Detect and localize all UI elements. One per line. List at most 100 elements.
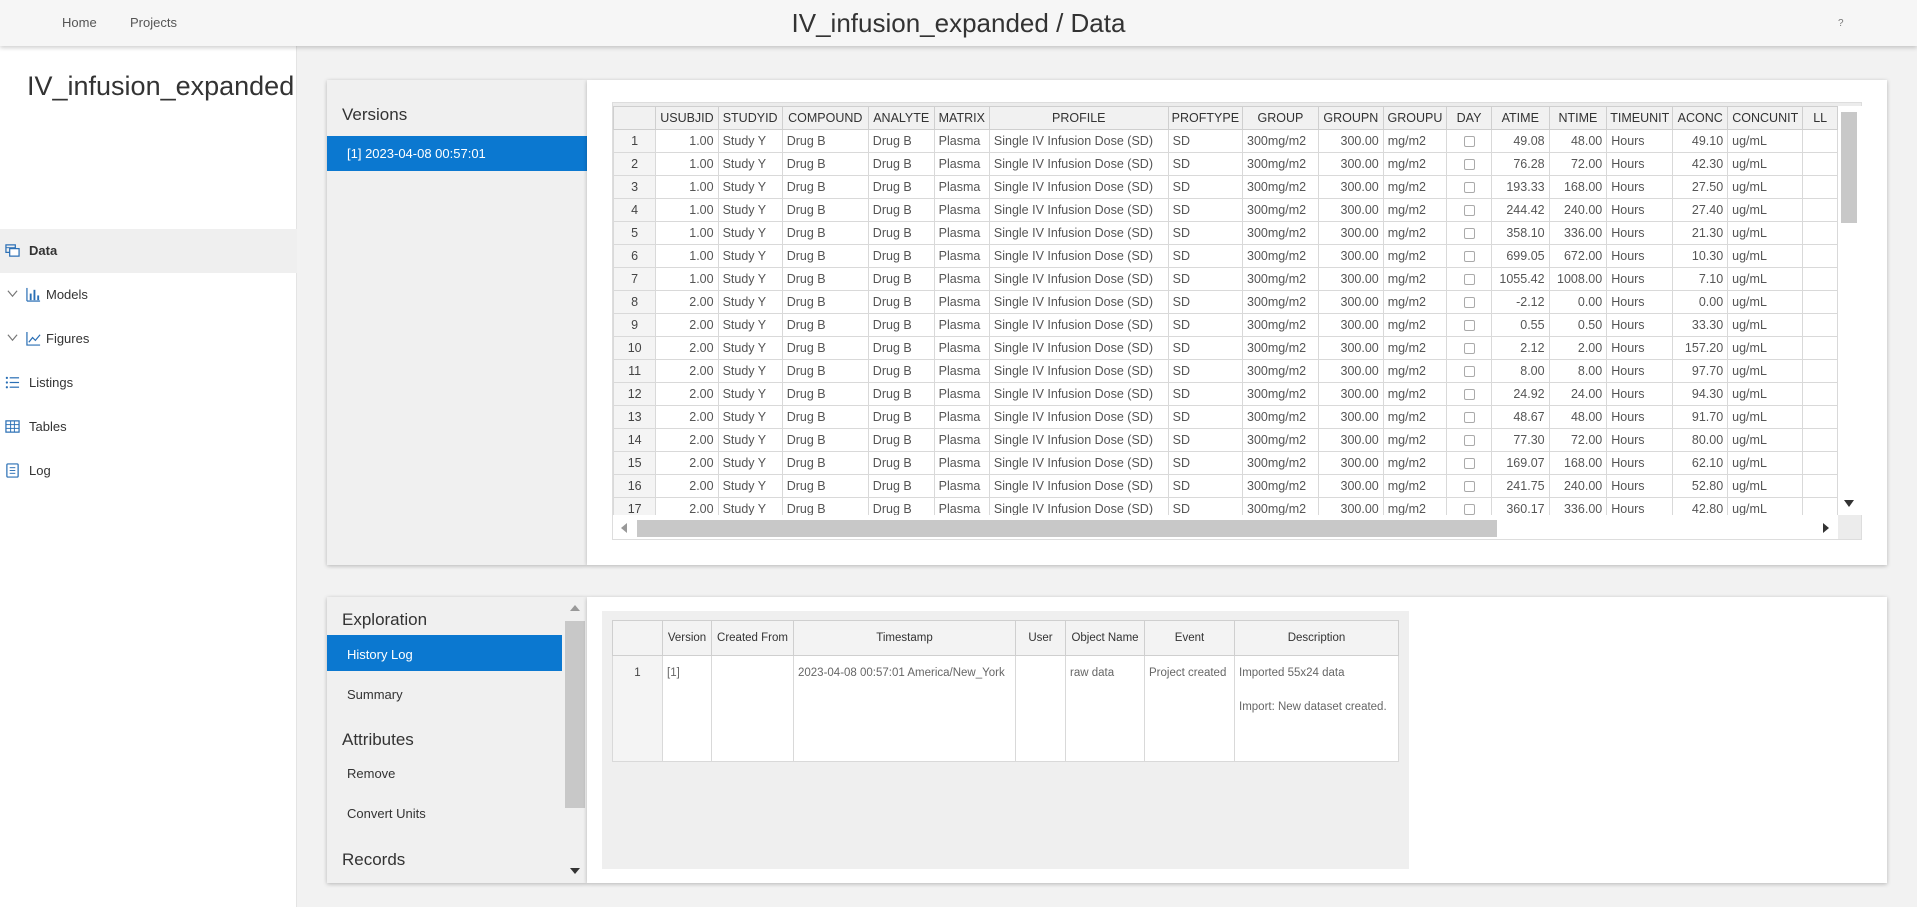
table-cell[interactable]: Hours: [1606, 267, 1674, 291]
table-cell[interactable]: Plasma: [933, 336, 990, 360]
table-cell[interactable]: Drug B: [781, 175, 869, 199]
table-cell[interactable]: 0.55: [1490, 313, 1550, 337]
table-cell[interactable]: Plasma: [933, 152, 990, 176]
column-header[interactable]: LL: [1802, 106, 1838, 130]
table-cell[interactable]: SD: [1167, 221, 1244, 245]
help-button[interactable]: ?: [1838, 18, 1844, 29]
table-cell[interactable]: 1.00: [655, 152, 719, 176]
table-cell[interactable]: 2.00: [1548, 336, 1608, 360]
sidebar-item-tables[interactable]: Tables: [0, 405, 297, 449]
table-cell[interactable]: [1802, 428, 1838, 452]
table-cell[interactable]: 699.05: [1490, 244, 1550, 268]
table-cell[interactable]: SD: [1167, 359, 1244, 383]
table-cell[interactable]: 48.00: [1548, 129, 1608, 153]
table-cell[interactable]: Single IV Infusion Dose (SD): [988, 497, 1169, 515]
table-cell[interactable]: SD: [1167, 198, 1244, 222]
table-cell[interactable]: Study Y: [717, 175, 783, 199]
table-cell[interactable]: 244.42: [1490, 198, 1550, 222]
table-cell[interactable]: [1446, 244, 1492, 268]
table-cell[interactable]: SD: [1167, 382, 1244, 406]
table-cell[interactable]: Hours: [1606, 405, 1674, 429]
column-header[interactable]: ACONC: [1672, 106, 1729, 130]
table-cell[interactable]: 2.00: [655, 497, 719, 515]
table-cell[interactable]: Drug B: [781, 221, 869, 245]
table-cell[interactable]: Drug B: [781, 198, 869, 222]
table-cell[interactable]: 672.00: [1548, 244, 1608, 268]
table-row[interactable]: 16 2.00 Study Y Drug B Drug B Plasma Single IV…: [613, 474, 1838, 498]
history-column-header[interactable]: Object Name: [1065, 620, 1145, 656]
table-cell[interactable]: 300mg/m2: [1242, 244, 1319, 268]
table-cell[interactable]: Drug B: [867, 497, 935, 515]
table-cell[interactable]: Hours: [1606, 198, 1674, 222]
menu-item-convert-units[interactable]: Convert Units: [327, 794, 562, 830]
table-cell[interactable]: 300mg/m2: [1242, 382, 1319, 406]
table-cell[interactable]: Study Y: [717, 313, 783, 337]
table-cell[interactable]: 300mg/m2: [1242, 198, 1319, 222]
table-cell[interactable]: ug/mL: [1727, 267, 1804, 291]
table-row[interactable]: 13 2.00 Study Y Drug B Drug B Plasma Single IV…: [613, 405, 1838, 429]
table-cell[interactable]: [1802, 405, 1838, 429]
history-cell-version[interactable]: [1]: [662, 655, 712, 762]
day-checkbox[interactable]: [1463, 366, 1475, 378]
horizontal-scroll-thumb[interactable]: [637, 520, 1497, 537]
table-cell[interactable]: 2.12: [1490, 336, 1550, 360]
table-cell[interactable]: 157.20: [1672, 336, 1729, 360]
table-cell[interactable]: ug/mL: [1727, 198, 1804, 222]
table-cell[interactable]: Single IV Infusion Dose (SD): [988, 290, 1169, 314]
table-cell[interactable]: Study Y: [717, 244, 783, 268]
table-cell[interactable]: 300.00: [1317, 428, 1384, 452]
day-checkbox[interactable]: [1463, 159, 1475, 171]
table-cell[interactable]: Study Y: [717, 451, 783, 475]
scroll-down-arrow-icon[interactable]: [570, 868, 580, 874]
table-cell[interactable]: [1446, 382, 1492, 406]
table-row[interactable]: 17 2.00 Study Y Drug B Drug B Plasma Single IV…: [613, 497, 1838, 515]
table-cell[interactable]: Hours: [1606, 336, 1674, 360]
table-cell[interactable]: 300mg/m2: [1242, 405, 1319, 429]
table-cell[interactable]: [1446, 221, 1492, 245]
menu-item-summary[interactable]: Summary: [327, 675, 562, 711]
table-cell[interactable]: mg/m2: [1382, 175, 1448, 199]
scroll-right-arrow-icon[interactable]: [1823, 523, 1829, 533]
table-cell[interactable]: 300.00: [1317, 382, 1384, 406]
table-cell[interactable]: 1.00: [655, 267, 719, 291]
table-cell[interactable]: Single IV Infusion Dose (SD): [988, 129, 1169, 153]
table-cell[interactable]: 300.00: [1317, 313, 1384, 337]
table-cell[interactable]: Hours: [1606, 428, 1674, 452]
table-cell[interactable]: mg/m2: [1382, 405, 1448, 429]
table-cell[interactable]: Plasma: [933, 428, 990, 452]
chevron-down-icon[interactable]: [7, 288, 18, 299]
table-cell[interactable]: [1446, 474, 1492, 498]
table-cell[interactable]: Study Y: [717, 221, 783, 245]
table-cell[interactable]: 1.00: [655, 129, 719, 153]
table-row[interactable]: 9 2.00 Study Y Drug B Drug B Plasma Single IV …: [613, 313, 1838, 337]
table-cell[interactable]: 76.28: [1490, 152, 1550, 176]
table-cell[interactable]: [1802, 474, 1838, 498]
table-cell[interactable]: mg/m2: [1382, 267, 1448, 291]
table-cell[interactable]: 2.00: [655, 290, 719, 314]
table-cell[interactable]: 80.00: [1672, 428, 1729, 452]
table-cell[interactable]: Hours: [1606, 244, 1674, 268]
table-cell[interactable]: SD: [1167, 290, 1244, 314]
table-cell[interactable]: Drug B: [867, 451, 935, 475]
table-cell[interactable]: Drug B: [867, 129, 935, 153]
table-cell[interactable]: 2.00: [655, 359, 719, 383]
day-checkbox[interactable]: [1463, 320, 1475, 332]
day-checkbox[interactable]: [1463, 435, 1475, 447]
table-cell[interactable]: Drug B: [781, 497, 869, 515]
day-checkbox[interactable]: [1463, 274, 1475, 286]
table-cell[interactable]: SD: [1167, 129, 1244, 153]
table-cell[interactable]: 42.30: [1672, 152, 1729, 176]
table-cell[interactable]: 49.08: [1490, 129, 1550, 153]
table-row[interactable]: 4 1.00 Study Y Drug B Drug B Plasma Single IV …: [613, 198, 1838, 222]
table-cell[interactable]: 2.00: [655, 451, 719, 475]
table-cell[interactable]: SD: [1167, 267, 1244, 291]
table-cell[interactable]: mg/m2: [1382, 290, 1448, 314]
table-cell[interactable]: 300.00: [1317, 221, 1384, 245]
day-checkbox[interactable]: [1463, 251, 1475, 263]
table-cell[interactable]: Drug B: [867, 221, 935, 245]
table-cell[interactable]: 48.67: [1490, 405, 1550, 429]
table-cell[interactable]: [1446, 497, 1492, 515]
table-cell[interactable]: Single IV Infusion Dose (SD): [988, 175, 1169, 199]
sidebar-item-log[interactable]: Log: [0, 449, 297, 493]
table-cell[interactable]: Plasma: [933, 221, 990, 245]
